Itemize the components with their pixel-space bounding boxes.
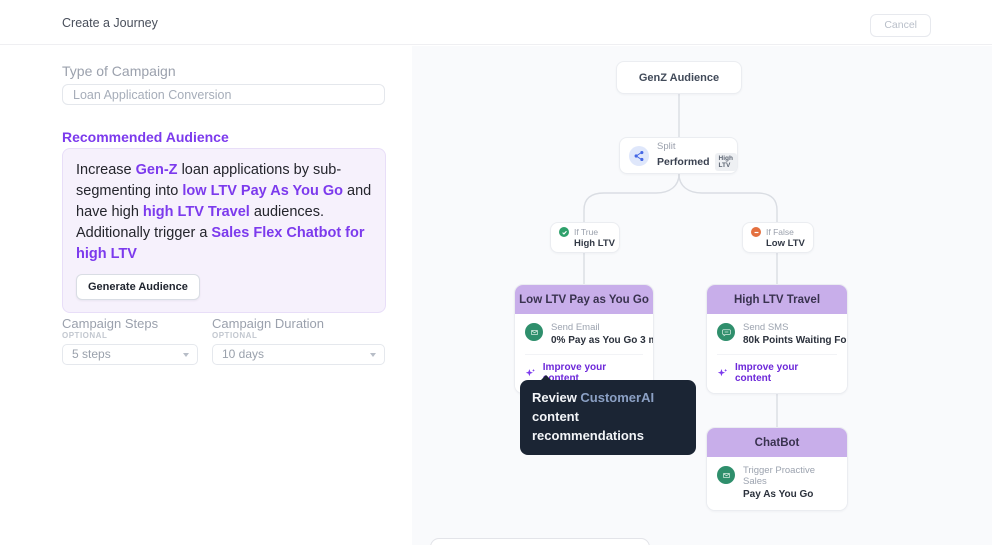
flow-connectors — [583, 94, 778, 427]
type-of-campaign-label: Type of Campaign — [62, 63, 176, 79]
journey-canvas[interactable]: GenZ Audience Split Performed High LTV I… — [412, 46, 992, 545]
chevron-down-icon — [370, 353, 376, 357]
chevron-down-icon — [183, 353, 189, 357]
if-true-label: If True — [574, 227, 599, 237]
sparkle-icon — [717, 368, 728, 376]
campaign-duration-select[interactable]: 10 days — [212, 344, 385, 365]
content-recommendation-tooltip: Review CustomerAI content recommendation… — [520, 375, 696, 455]
low-ltv-action-value: 0% Pay as You Go 3 mos — [551, 335, 653, 346]
tooltip-caret — [540, 375, 552, 381]
email-icon — [717, 466, 735, 484]
campaign-steps-optional: OPTIONAL — [62, 331, 108, 340]
if-false-label: If False — [766, 227, 794, 237]
page-title: Create a Journey — [62, 16, 158, 30]
tooltip-prefix: Review — [532, 390, 581, 405]
chatbot-card[interactable]: ChatBot Trigger Proactive Sales Pay As Y… — [706, 427, 848, 511]
top-bar: Create a Journey Cancel — [0, 0, 992, 45]
generate-audience-button[interactable]: Generate Audience — [76, 274, 200, 300]
low-ltv-card-title: Low LTV Pay as You Go — [515, 285, 653, 314]
campaign-steps-label: Campaign Steps — [62, 316, 159, 331]
if-false-node[interactable]: If False Low LTV — [742, 222, 814, 253]
split-performed-label: Performed — [657, 155, 710, 168]
sparkle-icon — [525, 368, 535, 376]
travel-card[interactable]: High LTV Travel Send SMS 80k Points Wait… — [706, 284, 848, 394]
campaign-type-input[interactable] — [62, 84, 385, 105]
split-node[interactable]: Split Performed High LTV — [619, 137, 738, 174]
tooltip-suffix: content recommendations — [532, 409, 644, 443]
low-ltv-action-label: Send Email — [551, 322, 600, 333]
recommended-audience-heading: Recommended Audience — [62, 129, 229, 145]
travel-action-value: 80k Points Waiting For You — [743, 335, 847, 346]
travel-improve-label: Improve your content — [734, 362, 799, 384]
audience-node-label: GenZ Audience — [638, 71, 720, 84]
email-icon — [525, 323, 543, 341]
chatbot-action-label: Trigger Proactive Sales — [743, 465, 815, 487]
split-icon — [629, 145, 649, 166]
campaign-duration-value: 10 days — [222, 347, 265, 361]
campaign-steps-select[interactable]: 5 steps — [62, 344, 198, 365]
if-true-node[interactable]: If True High LTV — [550, 222, 620, 253]
chatbot-action-value: Pay As You Go — [743, 489, 814, 500]
sms-icon — [717, 323, 735, 341]
split-node-label: Split — [657, 140, 676, 152]
cancel-button[interactable]: Cancel — [870, 14, 931, 37]
recommended-audience-text: Increase Gen-Z loan applications by sub-… — [76, 162, 372, 262]
split-badge: High LTV — [714, 152, 737, 171]
check-circle-icon — [559, 227, 569, 237]
travel-action-label: Send SMS — [743, 322, 789, 333]
recommended-audience-box: Increase Gen-Z loan applications by sub-… — [62, 148, 386, 313]
chatbot-card-title: ChatBot — [707, 428, 847, 457]
audience-node[interactable]: GenZ Audience — [616, 61, 742, 94]
low-ltv-card[interactable]: Low LTV Pay as You Go Send Email 0% Pay … — [514, 284, 654, 394]
campaign-steps-value: 5 steps — [72, 347, 111, 361]
tooltip-brand: CustomerAI — [580, 390, 655, 405]
campaign-duration-optional: OPTIONAL — [212, 331, 258, 340]
if-false-value: Low LTV — [766, 238, 805, 249]
if-true-value: High LTV — [574, 238, 615, 249]
partial-node[interactable] — [430, 538, 650, 545]
travel-improve-link[interactable]: Improve your content — [717, 354, 837, 393]
campaign-duration-label: Campaign Duration — [212, 316, 325, 331]
minus-circle-icon — [751, 227, 761, 237]
travel-card-title: High LTV Travel — [707, 285, 847, 314]
